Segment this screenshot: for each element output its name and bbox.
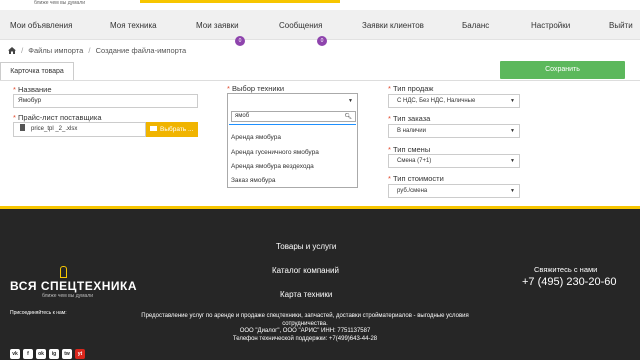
nav-my-ads[interactable]: Мои объявления — [10, 21, 72, 30]
footer-link-companies[interactable]: Каталог компаний — [272, 266, 339, 275]
folder-icon — [150, 126, 157, 131]
equipment-option[interactable]: Аренда гусеничного ямобура — [231, 149, 319, 156]
logo-icon — [60, 266, 67, 278]
contact-phone[interactable]: +7 (495) 230-20-60 — [522, 276, 616, 288]
chevron-down-icon: ▼ — [510, 128, 515, 134]
header-tagline: ближе чем вы думали — [34, 0, 86, 6]
price-list-label: * Прайс-лист поставщика — [13, 113, 102, 122]
dropdown-focus-line — [229, 124, 356, 125]
search-icon: 🔍︎ — [344, 114, 352, 120]
equipment-search-text: ямоб — [235, 113, 250, 119]
equipment-dropdown[interactable]: ▼ ямоб 🔍︎ Аренда ямобура Аренда гусеничн… — [227, 93, 358, 188]
breadcrumb-import-files[interactable]: Файлы импорта — [28, 46, 83, 55]
cost-type-select[interactable]: руб./смена ▼ — [388, 184, 520, 198]
header-accent-bar — [140, 0, 340, 3]
vk-icon[interactable]: vk — [10, 349, 20, 359]
name-input[interactable]: Ямобур — [13, 94, 198, 108]
name-label: * Название — [13, 85, 52, 94]
sale-type-label: * Тип продаж — [388, 84, 434, 93]
nav-my-requests[interactable]: Мои заявки — [196, 21, 239, 30]
contact-title: Свяжитесь с нами — [534, 265, 598, 274]
youtube-icon[interactable]: yt — [75, 349, 85, 359]
odnoklassniki-icon[interactable]: ok — [36, 349, 46, 359]
equipment-label: * Выбор техники — [227, 84, 285, 93]
twitter-icon[interactable]: tw — [62, 349, 72, 359]
join-us-label: Присоединяйтесь к нам: — [10, 310, 67, 316]
footer-logo[interactable]: ВСЯ СПЕЦТЕХНИКА — [10, 279, 137, 293]
equipment-option[interactable]: Аренда ямобура — [231, 134, 281, 141]
chevron-down-icon: ▼ — [510, 98, 515, 104]
nav-settings[interactable]: Настройки — [531, 21, 570, 30]
choose-file-button[interactable]: Выбрать ... — [146, 122, 198, 137]
chevron-down-icon: ▼ — [510, 158, 515, 164]
cost-type-label: * Тип стоимости — [388, 174, 444, 183]
breadcrumb-separator: / — [88, 46, 91, 55]
breadcrumb: / Файлы импорта / Создание файла-импорта — [8, 46, 186, 55]
tab-product-card[interactable]: Карточка товара — [0, 62, 74, 80]
equipment-search-input[interactable]: ямоб 🔍︎ — [231, 111, 356, 122]
requests-count-badge: 0 — [235, 36, 245, 46]
price-list-filename: price_tpl _2_.xlsx — [31, 126, 78, 132]
equipment-option[interactable]: Заказ ямобура — [231, 177, 275, 184]
footer-description: Предоставление услуг по аренде и продаже… — [141, 313, 469, 342]
nav-messages[interactable]: Сообщения — [279, 21, 322, 30]
footer-link-products[interactable]: Товары и услуги — [276, 242, 336, 251]
sale-type-select[interactable]: С НДС, Без НДС, Наличные ▼ — [388, 94, 520, 108]
instagram-icon[interactable]: ig — [49, 349, 59, 359]
top-strip: ближе чем вы думали — [0, 0, 640, 9]
messages-count-badge: 0 — [317, 36, 327, 46]
footer: Товары и услуги Каталог компаний Карта т… — [0, 209, 640, 360]
home-icon[interactable] — [8, 47, 16, 54]
nav-client-requests[interactable]: Заявки клиентов — [362, 21, 424, 30]
footer-link-map[interactable]: Карта техники — [280, 290, 332, 299]
breadcrumb-create-import: Создание файла-импорта — [95, 46, 187, 55]
facebook-icon[interactable]: f — [23, 349, 33, 359]
equipment-option[interactable]: Аренда ямобура вездехода — [231, 163, 314, 170]
chevron-down-icon: ▼ — [510, 188, 515, 194]
price-list-file-field[interactable]: price_tpl _2_.xlsx — [13, 122, 146, 137]
file-icon — [20, 124, 25, 131]
nav-my-equipment[interactable]: Моя техника — [110, 21, 157, 30]
shift-type-select[interactable]: Смена (7+1) ▼ — [388, 154, 520, 168]
choose-file-label: Выбрать ... — [160, 126, 194, 133]
chevron-down-icon: ▼ — [348, 98, 353, 104]
order-type-label: * Тип заказа — [388, 114, 431, 123]
tab-divider — [0, 80, 640, 81]
nav-balance[interactable]: Баланс — [462, 21, 489, 30]
footer-logo-tagline: ближе чем вы думали — [42, 293, 94, 299]
shift-type-label: * Тип смены — [388, 145, 431, 154]
order-type-select[interactable]: В наличии ▼ — [388, 124, 520, 138]
save-button[interactable]: Сохранить — [500, 61, 625, 79]
nav-logout[interactable]: Выйти — [609, 21, 633, 30]
main-nav: Мои объявления Моя техника Мои заявки 0 … — [0, 10, 640, 46]
breadcrumb-separator: / — [21, 46, 24, 55]
